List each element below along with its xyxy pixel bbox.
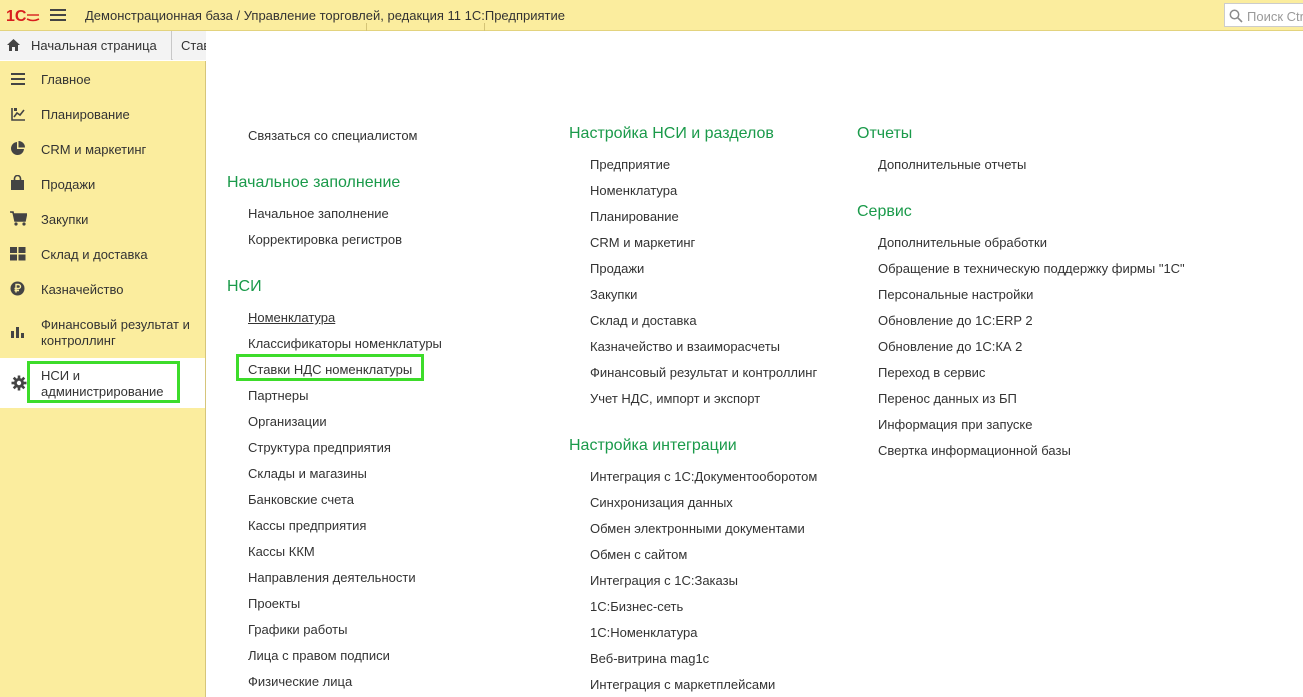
sidebar: Главное Планирование CRM и маркетинг Про… [0, 61, 206, 697]
link-item[interactable]: Склады и магазины [248, 466, 367, 481]
link-item[interactable]: Обращение в техническую поддержку фирмы … [878, 261, 1185, 276]
search-box[interactable]: Поиск Ctrl+Shift+F [1224, 3, 1303, 27]
sidebar-item-label: НСИ и администрирование [41, 368, 164, 399]
section-title-nsi: НСИ [227, 278, 262, 295]
section-title-reports: Отчеты [857, 125, 913, 142]
ruble-coin-icon [10, 281, 25, 296]
sidebar-item-planning[interactable]: Планирование [0, 96, 205, 131]
link-item[interactable]: Веб-витрина mag1c [590, 651, 709, 666]
search-input[interactable]: Поиск Ctrl+Shift+F [1247, 9, 1303, 24]
title-divider [366, 23, 367, 31]
link-item[interactable]: Партнеры [248, 388, 308, 403]
gear-icon [11, 375, 27, 391]
sidebar-item-purchases[interactable]: Закупки [0, 201, 205, 236]
app-title: Демонстрационная база / Управление торго… [85, 8, 565, 23]
tabs-bar: Начальная страница Ставки НДС номенклату… [0, 31, 206, 60]
sidebar-item-treasury[interactable]: Казначейство [0, 271, 205, 306]
link-item[interactable]: Предприятие [590, 157, 670, 172]
link-nomenclature[interactable]: Номенклатура [248, 310, 335, 325]
link-item[interactable]: Номенклатура [590, 183, 677, 198]
link-item[interactable]: Банковские счета [248, 492, 354, 507]
link-item[interactable]: Обмен с сайтом [590, 547, 687, 562]
link-item[interactable]: Проекты [248, 596, 300, 611]
link-item[interactable]: Направления деятельности [248, 570, 416, 585]
sidebar-item-label: Закупки [41, 212, 89, 227]
link-item[interactable]: Продажи [590, 261, 644, 276]
section-title-nsi-settings: Настройка НСИ и разделов [569, 125, 774, 142]
sidebar-item-nsi-admin[interactable]: НСИ и администрирование [0, 358, 205, 408]
tab-home[interactable]: Начальная страница [0, 31, 172, 60]
link-item[interactable]: Планирование [590, 209, 679, 224]
title-divider [484, 23, 485, 31]
1c-logo-icon[interactable]: 1С [6, 6, 40, 24]
link-contact-specialist[interactable]: Связаться со специалистом [248, 128, 418, 143]
link-item[interactable]: Информация при запуске [878, 417, 1033, 432]
main-menu-icon[interactable] [50, 9, 66, 21]
link-item[interactable]: Казначейство и взаиморасчеты [590, 339, 780, 354]
link-item[interactable]: Структура предприятия [248, 440, 391, 455]
tab-vat-rates-label: Ставки НДС номенклатуры [181, 38, 206, 53]
link-item[interactable]: Переход в сервис [878, 365, 985, 380]
link-item[interactable]: Перенос данных из БП [878, 391, 1017, 406]
link-item[interactable]: Закупки [590, 287, 637, 302]
link-item[interactable]: Классификаторы номенклатуры [248, 336, 442, 351]
tab-home-label: Начальная страница [31, 38, 157, 53]
menu-lines-icon [11, 73, 25, 85]
sidebar-item-finance[interactable]: Финансовый результат и контроллинг [0, 306, 205, 358]
link-item[interactable]: Обновление до 1С:КА 2 [878, 339, 1022, 354]
sidebar-item-sales[interactable]: Продажи [0, 166, 205, 201]
link-item[interactable]: Начальное заполнение [248, 206, 389, 221]
sidebar-item-label: Планирование [41, 107, 130, 122]
sidebar-item-warehouse[interactable]: Склад и доставка [0, 236, 205, 271]
link-item[interactable]: Физические лица [248, 674, 352, 689]
sidebar-item-crm[interactable]: CRM и маркетинг [0, 131, 205, 166]
search-icon [1229, 9, 1243, 23]
link-item[interactable]: Обмен электронными документами [590, 521, 805, 536]
link-item[interactable]: Свертка информационной базы [878, 443, 1071, 458]
shopping-bag-icon [11, 175, 24, 190]
link-item[interactable]: Корректировка регистров [248, 232, 402, 247]
link-item[interactable]: Дополнительные отчеты [878, 157, 1026, 172]
link-item[interactable]: Персональные настройки [878, 287, 1033, 302]
link-item[interactable]: Графики работы [248, 622, 347, 637]
link-item[interactable]: Интеграция с маркетплейсами [590, 677, 775, 692]
link-item[interactable]: Склад и доставка [590, 313, 697, 328]
sidebar-item-main[interactable]: Главное [0, 61, 205, 96]
link-item[interactable]: Синхронизация данных [590, 495, 733, 510]
tab-vat-rates[interactable]: Ставки НДС номенклатуры [173, 31, 206, 60]
svg-text:1С: 1С [6, 8, 27, 24]
sidebar-item-label: Главное [41, 72, 91, 87]
sidebar-item-label: CRM и маркетинг [41, 142, 147, 157]
bar-chart-icon [11, 327, 24, 338]
link-item[interactable]: Учет НДС, импорт и экспорт [590, 391, 760, 406]
main-content: Связаться со специалистом Начальное запо… [207, 36, 1303, 697]
link-item[interactable]: 1С:Номенклатура [590, 625, 697, 640]
sidebar-item-label: Казначейство [41, 282, 124, 297]
pie-chart-icon [11, 141, 25, 155]
link-item[interactable]: 1С:Бизнес-сеть [590, 599, 683, 614]
cart-icon [10, 211, 27, 226]
section-title-initial-fill: Начальное заполнение [227, 174, 401, 191]
title-bar: 1С Демонстрационная база / Управление то… [0, 0, 1303, 31]
planning-icon [11, 108, 25, 121]
link-item[interactable]: Кассы предприятия [248, 518, 366, 533]
sidebar-item-label: Продажи [41, 177, 96, 192]
section-title-integration: Настройка интеграции [569, 437, 737, 454]
link-item[interactable]: Кассы ККМ [248, 544, 315, 559]
sidebar-item-label: Финансовый результат и контроллинг [41, 317, 190, 348]
link-item[interactable]: Обновление до 1С:ERP 2 [878, 313, 1033, 328]
link-vat-rates[interactable]: Ставки НДС номенклатуры [248, 362, 412, 377]
sidebar-item-label: Склад и доставка [41, 247, 148, 262]
link-item[interactable]: Дополнительные обработки [878, 235, 1047, 250]
link-item[interactable]: Финансовый результат и контроллинг [590, 365, 817, 380]
link-item[interactable]: Организации [248, 414, 327, 429]
warehouse-grid-icon [10, 247, 26, 261]
section-title-service: Сервис [857, 203, 912, 220]
link-item[interactable]: Интеграция с 1С:Документооборотом [590, 469, 817, 484]
link-item[interactable]: CRM и маркетинг [590, 235, 695, 250]
link-item[interactable]: Интеграция с 1С:Заказы [590, 573, 738, 588]
link-item[interactable]: Лица с правом подписи [248, 648, 390, 663]
home-icon [7, 39, 20, 51]
